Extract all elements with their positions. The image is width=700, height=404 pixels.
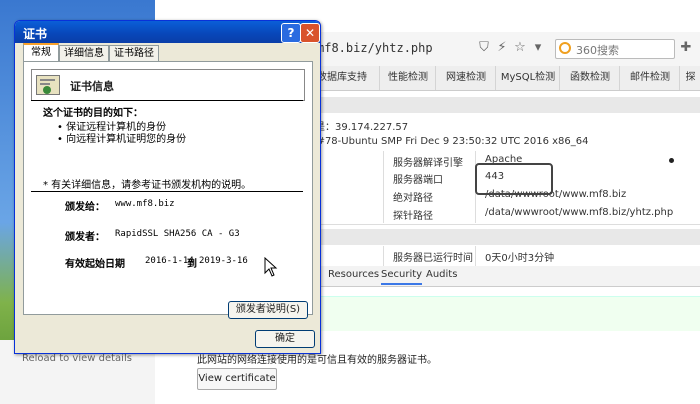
nav-tab-performance[interactable]: 性能检测 [379, 66, 436, 90]
certificate-icon [36, 75, 60, 95]
search-engine-icon [559, 42, 571, 54]
certificate-seal [43, 86, 51, 94]
engine-label: 服务器解译引擎 [393, 158, 463, 169]
nav-tab-probe[interactable]: 探 [679, 66, 700, 90]
nav-tab-database[interactable]: 数据库支持 [313, 66, 370, 90]
nav-tab-mysql[interactable]: MySQL检测 [495, 66, 560, 90]
issued-by-label: 颁发者： [65, 232, 105, 243]
nav-tab-mail[interactable]: 邮件检测 [619, 66, 680, 90]
purpose-item: • 向远程计算机证明您的身份 [57, 134, 187, 145]
url-text[interactable]: mf8.biz/yhtz.php [317, 41, 433, 55]
share-icon[interactable]: ⚡ [495, 41, 509, 55]
valid-from-label: 有效起始日期 [65, 259, 125, 270]
cert-info-title: 证书信息 [70, 80, 114, 93]
uptime-value: 0天0小时3分钟 [485, 253, 555, 264]
tab-general[interactable]: 常规 [23, 43, 59, 63]
search-placeholder: 360搜索 [576, 44, 619, 57]
bookmark-star-icon[interactable]: ☆ [513, 41, 527, 55]
cert-info-header: 证书信息 [31, 69, 305, 101]
issuer-statement-button[interactable]: 颁发者说明(S) [228, 301, 308, 319]
divider [31, 191, 303, 192]
port-highlight-box [475, 163, 553, 195]
uptime-label: 服务器已运行时间 [393, 253, 473, 264]
port-label: 服务器端口 [393, 175, 443, 186]
search-input[interactable]: 360搜索 [555, 39, 675, 59]
dialog-title: 证书 [23, 27, 48, 41]
certificate-icon-line [40, 83, 50, 85]
nav-tab-speed[interactable]: 网速检测 [435, 66, 496, 90]
devtools-tab-resources[interactable]: Resources [328, 269, 379, 280]
puzzle-icon[interactable]: ✚ [679, 41, 693, 55]
column-divider [475, 246, 476, 266]
view-certificate-button[interactable]: View certificate [197, 368, 277, 390]
certificate-icon-line [40, 79, 55, 81]
column-divider [383, 151, 384, 223]
column-divider [383, 246, 384, 266]
shield-icon[interactable]: ⛉ [477, 41, 491, 55]
valid-to-value: 2019-3-16 [199, 256, 248, 266]
nav-tab-functions[interactable]: 函数检测 [559, 66, 620, 90]
valid-to-label: 到 [187, 259, 197, 270]
devtools-tab-audits[interactable]: Audits [426, 269, 457, 280]
purpose-heading: 这个证书的目的如下： [43, 108, 143, 119]
watermark: 云栖社区 yq.aliyun.com [458, 376, 658, 395]
certificate-dialog: 证书 ? ✕ 常规 详细信息 证书路径 证书信息 这个证书的目的如下： • 保证… [14, 20, 321, 354]
issued-to-value: www.mf8.biz [115, 199, 175, 209]
server-os-text: ric #78-Ubuntu SMP Fri Dec 9 23:50:32 UT… [301, 136, 589, 147]
cert-note: * 有关详细信息，请参考证书颁发机构的说明。 [43, 180, 252, 191]
annotation-dot [669, 158, 674, 163]
close-icon[interactable]: ✕ [300, 23, 320, 43]
issued-to-label: 颁发给： [65, 202, 105, 213]
dialog-titlebar[interactable]: 证书 ? ✕ [15, 21, 320, 43]
probepath-value: /data/wwwroot/www.mf8.biz/yhtz.php [485, 207, 674, 218]
server-ip-text: 是：39.174.227.57 [315, 122, 409, 133]
reload-hint: Reload to view details [22, 353, 132, 364]
help-icon[interactable]: ? [281, 23, 301, 43]
ok-button[interactable]: 确定 [255, 330, 315, 348]
devtools-tab-security[interactable]: Security [381, 269, 423, 285]
mouse-cursor-icon [264, 257, 278, 277]
divider [31, 100, 303, 101]
tab-cert-path[interactable]: 证书路径 [109, 45, 159, 62]
dropdown-icon[interactable]: ▾ [531, 41, 545, 55]
issued-by-value: RapidSSL SHA256 CA - G3 [115, 229, 240, 239]
abspath-label: 绝对路径 [393, 193, 433, 204]
probepath-label: 探针路径 [393, 211, 433, 222]
tab-details[interactable]: 详细信息 [59, 45, 109, 62]
